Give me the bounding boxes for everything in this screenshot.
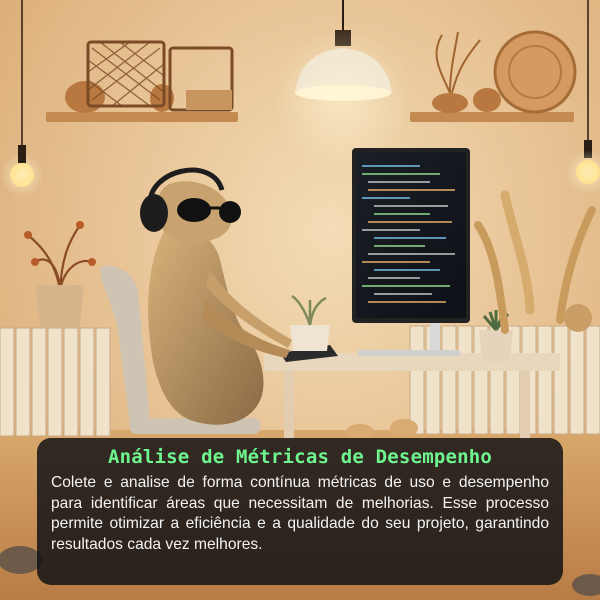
info-card: Análise de Métricas de Desempenho Colete… bbox=[37, 438, 563, 585]
card-title: Análise de Métricas de Desempenho bbox=[107, 446, 493, 468]
card-body: Colete e analise de forma contínua métri… bbox=[51, 474, 549, 553]
